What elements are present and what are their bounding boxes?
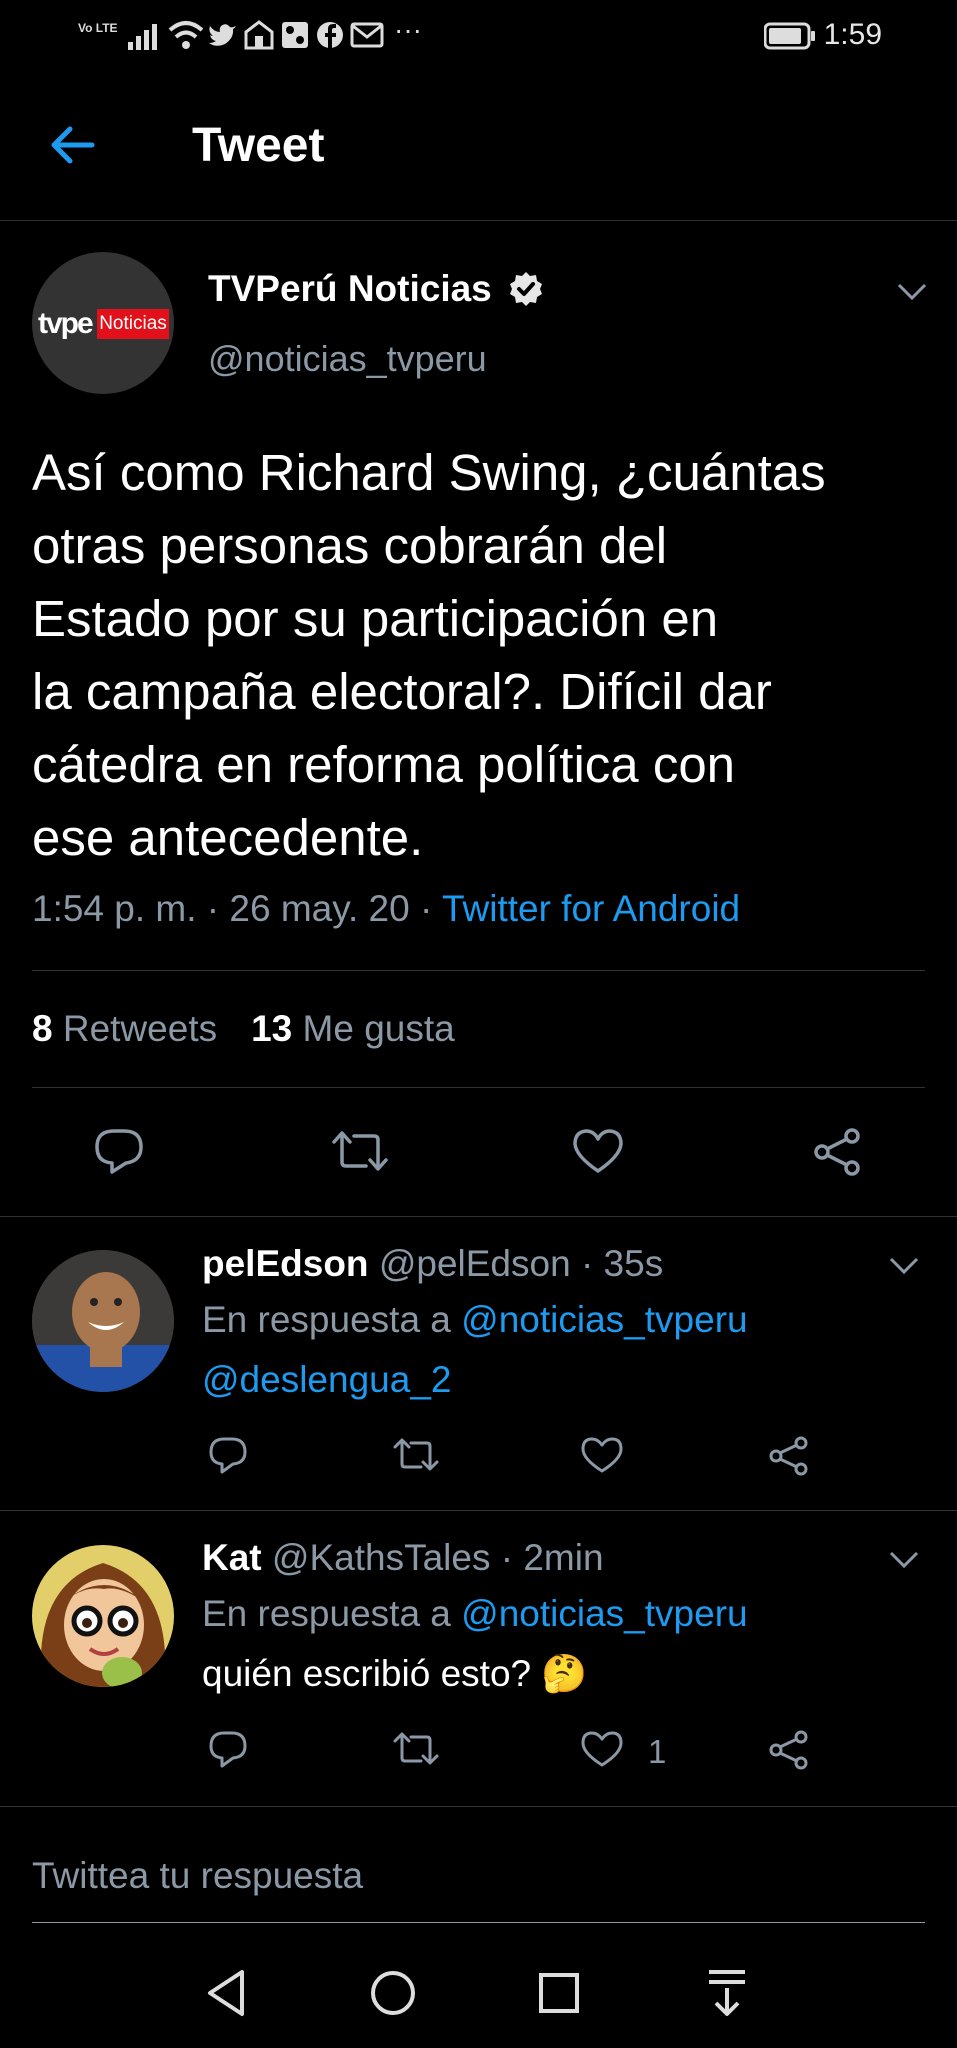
reply-text: quién escribió esto? 🤔 [202, 1653, 588, 1694]
tweet-source-link[interactable]: Twitter for Android [442, 888, 740, 929]
engagement-counts: 8 Retweets 13 Me gusta [32, 1008, 455, 1050]
reply-avatar[interactable] [32, 1250, 174, 1392]
tweet-text-line: Estado por su participación en [32, 590, 719, 647]
reply-avatar[interactable] [32, 1545, 174, 1687]
share-icon[interactable] [768, 1436, 810, 1476]
like-heart-icon[interactable] [580, 1436, 624, 1474]
signal-icon [128, 24, 157, 50]
chevron-down-icon[interactable] [896, 282, 928, 302]
nav-home-icon[interactable] [370, 1970, 416, 2016]
network-type: Vo LTE [78, 21, 118, 35]
verified-badge-icon [510, 272, 542, 306]
reply-author[interactable]: Kat @KathsTales · 2min [202, 1537, 604, 1579]
tvperu-logo: tvpe Noticias [32, 307, 174, 341]
reply-icon[interactable] [208, 1436, 248, 1474]
nav-notifications-icon[interactable] [706, 1968, 748, 2018]
clock: 1:59 [823, 18, 882, 51]
chevron-down-icon[interactable] [888, 1550, 920, 1570]
tweet-text-line: la campaña electoral?. Difícil dar [32, 663, 772, 720]
reply-handle-time: @KathsTales · 2min [271, 1537, 604, 1578]
reply-author[interactable]: pelEdson @pelEdson · 35s [202, 1243, 663, 1285]
reply-handle-time: @pelEdson · 35s [378, 1243, 664, 1284]
app-icon [282, 22, 308, 48]
profile-photo [32, 1545, 174, 1687]
reply-context: En respuesta a @noticias_tvperu [202, 1299, 748, 1340]
status-bar: Vo LTE ··· 1:59 [0, 0, 957, 70]
mail-icon [350, 22, 384, 48]
share-icon[interactable] [768, 1730, 810, 1770]
tweet-text-line: ese antecedente. [32, 809, 424, 866]
battery-icon [764, 22, 815, 50]
divider [0, 1806, 957, 1807]
tweet-metadata: 1:54 p. m. · 26 may. 20 · Twitter for An… [32, 888, 740, 930]
retweets-stat[interactable]: 8 Retweets [32, 1008, 217, 1049]
mention-link[interactable]: @noticias_tvperu [461, 1593, 747, 1634]
twitter-icon [209, 24, 236, 46]
author-avatar[interactable]: tvpe Noticias [32, 252, 174, 394]
like-heart-icon[interactable] [572, 1128, 624, 1174]
retweet-icon[interactable] [330, 1128, 390, 1174]
top-app-bar: Tweet [0, 70, 957, 221]
mention-link[interactable]: @noticias_tvperu [461, 1299, 747, 1340]
reply-icon[interactable] [94, 1128, 144, 1174]
divider [0, 1216, 957, 1217]
author-name[interactable]: TVPerú Noticias [208, 268, 492, 310]
divider [32, 970, 925, 971]
like-count: 1 [648, 1733, 667, 1770]
share-icon[interactable] [812, 1128, 862, 1176]
nav-recents-icon[interactable] [538, 1972, 580, 2014]
tweet-text-line: cátedra en reforma política con [32, 736, 736, 793]
nav-back-icon[interactable] [204, 1968, 248, 2018]
tweet-timestamp: 1:54 p. m. · 26 may. 20 · [32, 888, 442, 929]
retweet-icon[interactable] [392, 1730, 440, 1768]
tweet-text: Así como Richard Swing, ¿cuántas otras p… [32, 436, 932, 874]
app-icon [244, 20, 274, 50]
likes-stat[interactable]: 13 Me gusta [251, 1008, 455, 1049]
reply-context: En respuesta a @noticias_tvperu [202, 1593, 748, 1634]
reply-author-name[interactable]: Kat [202, 1537, 262, 1578]
reply-author-name[interactable]: pelEdson [202, 1243, 369, 1284]
reply-compose-input[interactable]: Twittea tu respuesta [32, 1855, 363, 1897]
chevron-down-icon[interactable] [888, 1256, 920, 1276]
divider [0, 1510, 957, 1511]
profile-photo [32, 1250, 174, 1392]
reply-icon[interactable] [208, 1730, 248, 1768]
back-arrow-icon[interactable] [48, 125, 96, 165]
facebook-icon [317, 22, 343, 48]
divider [32, 1087, 925, 1088]
compose-underline [32, 1922, 925, 1923]
more-icon: ··· [394, 14, 422, 45]
page-title: Tweet [192, 119, 325, 172]
reply-text[interactable]: @deslengua_2 [202, 1359, 451, 1401]
author-handle[interactable]: @noticias_tvperu [208, 338, 487, 380]
wifi-icon [168, 21, 204, 49]
tweet-text-line: Así como Richard Swing, ¿cuántas [32, 444, 826, 501]
like-heart-icon[interactable] [580, 1730, 624, 1768]
tweet-text-line: otras personas cobrarán del [32, 517, 668, 574]
retweet-icon[interactable] [392, 1436, 440, 1474]
